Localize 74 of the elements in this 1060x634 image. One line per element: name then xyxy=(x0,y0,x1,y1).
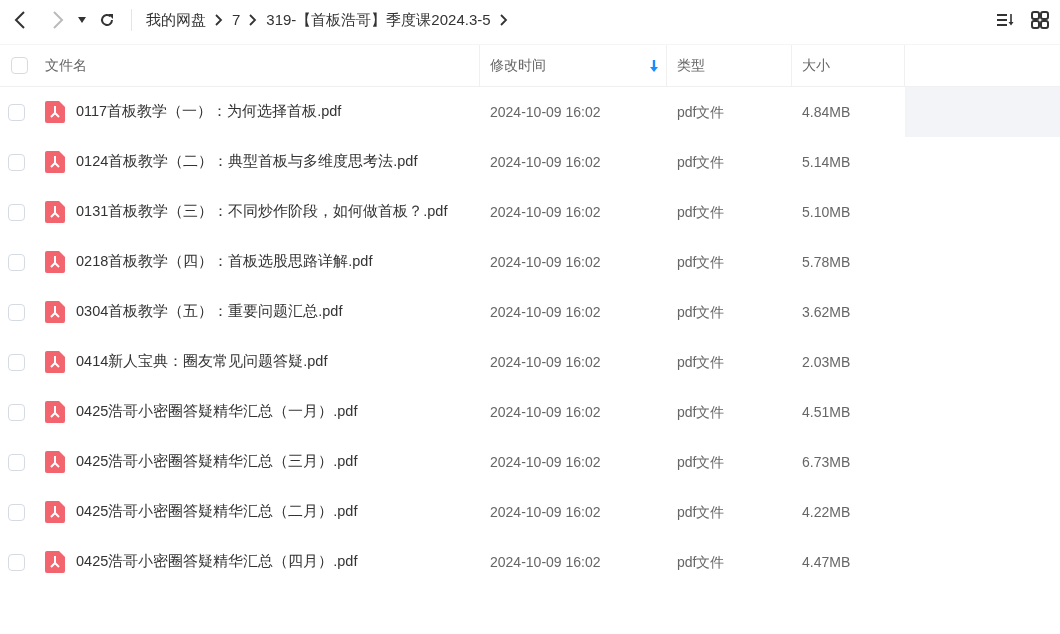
checkbox[interactable] xyxy=(8,203,25,221)
sort-icon xyxy=(996,12,1016,28)
file-name[interactable]: 0124首板教学（二）：典型首板与多维度思考法.pdf xyxy=(76,153,418,170)
file-size: 3.62MB xyxy=(802,303,851,320)
modified-time: 2024-10-09 16:02 xyxy=(490,353,601,370)
modified-time: 2024-10-09 16:02 xyxy=(490,153,601,170)
file-name[interactable]: 0131首板教学（三）：不同炒作阶段，如何做首板？.pdf xyxy=(76,203,448,220)
file-size: 2.03MB xyxy=(802,353,851,370)
modified-time: 2024-10-09 16:02 xyxy=(490,203,601,220)
file-size: 5.10MB xyxy=(802,203,851,220)
pdf-file-icon xyxy=(45,151,65,173)
file-size: 4.84MB xyxy=(802,103,851,120)
column-header[interactable]: 大小 xyxy=(802,55,830,76)
file-type: pdf文件 xyxy=(677,103,725,120)
breadcrumb-link[interactable]: 7 xyxy=(232,8,241,32)
file-type: pdf文件 xyxy=(677,303,725,320)
chevron-right-icon xyxy=(499,14,508,26)
column-header[interactable]: 修改时间 xyxy=(490,55,546,76)
checkbox[interactable] xyxy=(8,453,25,471)
modified-time: 2024-10-09 16:02 xyxy=(490,453,601,470)
checkbox[interactable] xyxy=(11,57,28,74)
pdf-file-icon xyxy=(45,401,65,423)
column-header[interactable]: 类型 xyxy=(677,55,705,76)
file-name[interactable]: 0218首板教学（四）：首板选股思路详解.pdf xyxy=(76,253,373,270)
checkbox[interactable] xyxy=(8,403,25,421)
file-size: 4.51MB xyxy=(802,403,851,420)
checkbox[interactable] xyxy=(8,553,25,571)
file-name[interactable]: 0414新人宝典：圈友常见问题答疑.pdf xyxy=(76,353,328,370)
file-size: 5.78MB xyxy=(802,253,851,270)
file-type: pdf文件 xyxy=(677,503,725,520)
breadcrumb-link[interactable]: 319-【首板浩哥】季度课2024.3-5 xyxy=(266,8,491,32)
modified-time: 2024-10-09 16:02 xyxy=(490,503,601,520)
chevron-right-icon xyxy=(249,14,258,26)
pdf-file-icon xyxy=(45,551,65,573)
file-name[interactable]: 0117首板教学（一）：为何选择首板.pdf xyxy=(76,103,342,120)
file-type: pdf文件 xyxy=(677,353,725,370)
pdf-file-icon xyxy=(45,501,65,523)
file-size: 4.22MB xyxy=(802,503,851,520)
checkbox[interactable] xyxy=(8,253,25,271)
checkbox[interactable] xyxy=(8,153,25,171)
file-type: pdf文件 xyxy=(677,153,725,170)
column-header[interactable]: 文件名 xyxy=(45,55,87,76)
pdf-file-icon xyxy=(45,351,65,373)
pdf-file-icon xyxy=(45,451,65,473)
checkbox[interactable] xyxy=(8,503,25,521)
modified-time: 2024-10-09 16:02 xyxy=(490,403,601,420)
file-type: pdf文件 xyxy=(677,403,725,420)
file-name[interactable]: 0425浩哥小密圈答疑精华汇总（二月）.pdf xyxy=(76,503,358,520)
pdf-file-icon xyxy=(45,301,65,323)
breadcrumb-link[interactable]: 我的网盘 xyxy=(146,8,206,32)
file-name[interactable]: 0304首板教学（五）：重要问题汇总.pdf xyxy=(76,303,343,320)
file-type: pdf文件 xyxy=(677,253,725,270)
modified-time: 2024-10-09 16:02 xyxy=(490,103,601,120)
grid-view-button[interactable] xyxy=(1028,8,1052,32)
modified-time: 2024-10-09 16:02 xyxy=(490,553,601,570)
modified-time: 2024-10-09 16:02 xyxy=(490,253,601,270)
checkbox[interactable] xyxy=(8,103,25,121)
file-type: pdf文件 xyxy=(677,553,725,570)
file-name[interactable]: 0425浩哥小密圈答疑精华汇总（三月）.pdf xyxy=(76,453,358,470)
checkbox[interactable] xyxy=(8,303,25,321)
modified-time: 2024-10-09 16:02 xyxy=(490,303,601,320)
file-size: 4.47MB xyxy=(802,553,851,570)
caret-down-icon xyxy=(78,17,86,23)
file-name[interactable]: 0425浩哥小密圈答疑精华汇总（四月）.pdf xyxy=(76,553,358,570)
pdf-file-icon xyxy=(45,201,65,223)
pdf-file-icon xyxy=(45,101,65,123)
file-type: pdf文件 xyxy=(677,203,725,220)
file-type: pdf文件 xyxy=(677,453,725,470)
chevron-right-icon xyxy=(215,14,223,26)
pdf-file-icon xyxy=(45,251,65,273)
file-name[interactable]: 0425浩哥小密圈答疑精华汇总（一月）.pdf xyxy=(76,403,358,420)
file-size: 5.14MB xyxy=(802,153,851,170)
file-size: 6.73MB xyxy=(802,453,851,470)
checkbox[interactable] xyxy=(8,353,25,371)
